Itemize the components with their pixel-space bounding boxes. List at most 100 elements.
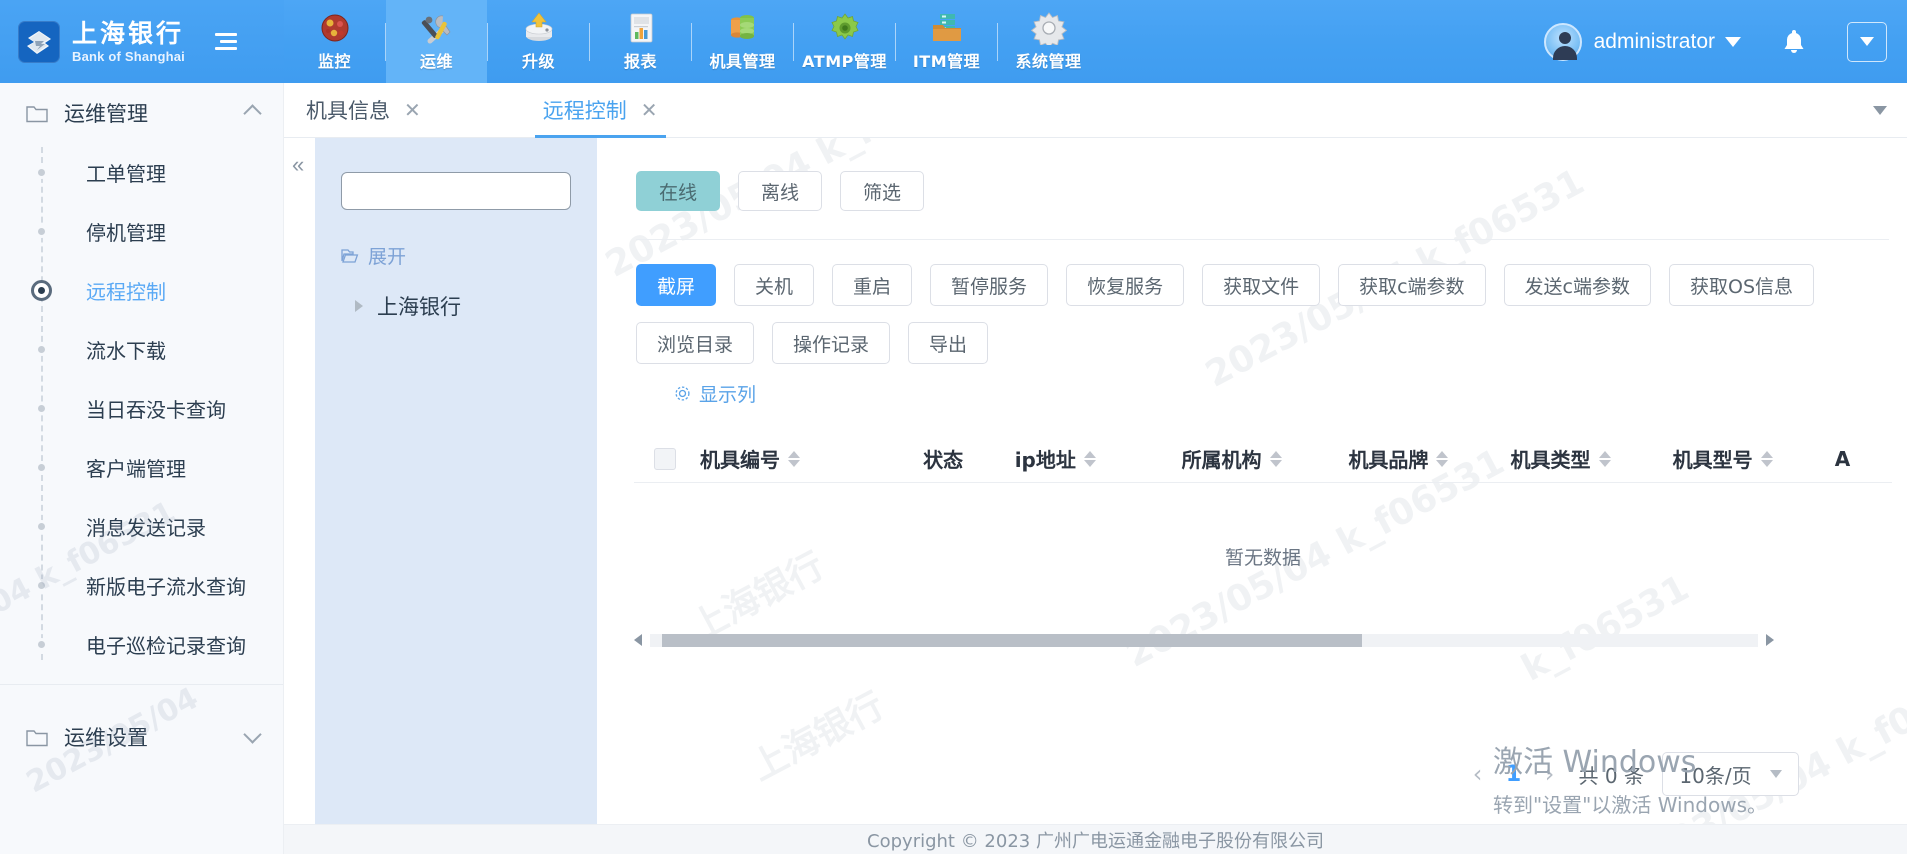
tab-label: 机具信息 xyxy=(306,99,390,123)
sidebar-item-shutdown-mgmt[interactable]: 停机管理 xyxy=(0,202,283,261)
close-icon[interactable]: ✕ xyxy=(404,100,421,120)
folder-open-icon xyxy=(341,248,359,263)
nav-item-report[interactable]: 报表 xyxy=(590,0,691,83)
sort-icon[interactable] xyxy=(788,450,800,467)
bullet-icon xyxy=(35,402,48,415)
tab-overflow-button[interactable] xyxy=(1853,83,1907,137)
sidebar-item-label: 流水下载 xyxy=(86,339,166,363)
sidebar-item-list: 工单管理 停机管理 远程控制 流水下载 当日吞没卡查询 客户端管理 消息发送记录 xyxy=(0,143,283,674)
hamburger-icon[interactable] xyxy=(215,29,241,55)
pagination-next-button[interactable]: › xyxy=(1533,757,1567,791)
select-all-checkbox[interactable] xyxy=(654,447,676,470)
action-screenshot-button[interactable]: 截屏 xyxy=(636,264,717,306)
nav-label: 升级 xyxy=(521,52,555,71)
column-header-machine-id[interactable]: 机具编号 xyxy=(700,444,872,473)
sidebar-item-transaction-download[interactable]: 流水下载 xyxy=(0,320,283,379)
panel-collapse-button[interactable]: « xyxy=(292,154,304,176)
sort-icon[interactable] xyxy=(1598,450,1611,467)
column-header-ip-address[interactable]: ip地址 xyxy=(1015,444,1182,473)
gear-icon xyxy=(675,386,690,401)
pagination-prev-button[interactable]: ‹ xyxy=(1461,757,1495,791)
pagination-page-1[interactable]: 1 xyxy=(1495,762,1533,787)
sidebar-item-label: 消息发送记录 xyxy=(86,516,206,540)
scrollbar-thumb[interactable] xyxy=(662,633,1362,647)
page-size-select[interactable]: 10条/页 xyxy=(1662,752,1799,796)
nav-item-ops[interactable]: 运维 xyxy=(386,0,487,83)
action-get-os-info-button[interactable]: 获取OS信息 xyxy=(1669,264,1815,306)
nav-item-atmp-mgmt[interactable]: ATMP管理 xyxy=(794,0,895,83)
footer: Copyright © 2023 广州广电运通金融电子股份有限公司 xyxy=(284,824,1907,854)
table-header-row: 机具编号 状态 ip地址 所属机构 机具品牌 机具类型 机具型号 A xyxy=(634,435,1892,483)
table-horizontal-scrollbar[interactable] xyxy=(634,631,1774,649)
sort-icon[interactable] xyxy=(1436,450,1449,467)
bullet-icon xyxy=(35,225,48,238)
scrollbar-track[interactable] xyxy=(650,633,1758,647)
caret-down-icon[interactable] xyxy=(1725,36,1741,47)
column-header-machine-brand[interactable]: 机具品牌 xyxy=(1348,444,1510,473)
nav-item-monitor[interactable]: 监控 xyxy=(284,0,385,83)
caret-right-icon[interactable] xyxy=(355,300,363,312)
sidebar-item-message-send-log[interactable]: 消息发送记录 xyxy=(0,497,283,556)
column-header-machine-model[interactable]: 机具型号 xyxy=(1673,444,1835,473)
column-header-next-truncated: A xyxy=(1835,447,1892,471)
column-header-machine-type[interactable]: 机具类型 xyxy=(1511,444,1673,473)
action-operation-log-button[interactable]: 操作记录 xyxy=(772,322,891,364)
action-export-button[interactable]: 导出 xyxy=(908,322,989,364)
action-resume-service-button[interactable]: 恢复服务 xyxy=(1066,264,1185,306)
sort-icon[interactable] xyxy=(1269,450,1282,467)
column-header-organization[interactable]: 所属机构 xyxy=(1182,444,1349,473)
sort-icon[interactable] xyxy=(1760,450,1773,467)
nav-item-machine-mgmt[interactable]: 机具管理 xyxy=(692,0,793,83)
sidebar-item-remote-control[interactable]: 远程控制 xyxy=(0,261,283,320)
sidebar-group-ops-settings[interactable]: 运维设置 xyxy=(0,707,283,767)
action-get-file-button[interactable]: 获取文件 xyxy=(1202,264,1321,306)
nav-item-system-mgmt[interactable]: 系统管理 xyxy=(998,0,1099,83)
action-restart-button[interactable]: 重启 xyxy=(832,264,913,306)
action-browse-directory-button[interactable]: 浏览目录 xyxy=(636,322,755,364)
topbar-collapse-button[interactable] xyxy=(1847,21,1887,62)
sidebar-item-client-mgmt[interactable]: 客户端管理 xyxy=(0,438,283,497)
tab-remote-control[interactable]: 远程控制 ✕ xyxy=(521,83,680,138)
nav-label: ATMP管理 xyxy=(802,52,887,71)
sidebar-item-label: 工单管理 xyxy=(86,162,166,186)
upgrade-icon xyxy=(525,12,552,41)
sidebar-item-new-ejournal-query[interactable]: 新版电子流水查询 xyxy=(0,556,283,615)
tree-expand-all-button[interactable]: 展开 xyxy=(341,242,571,269)
close-icon[interactable]: ✕ xyxy=(641,100,658,120)
nav-label: 系统管理 xyxy=(1015,52,1082,71)
brand-name-en: Bank of Shanghai xyxy=(72,48,185,64)
column-label: 机具类型 xyxy=(1510,448,1591,472)
scroll-right-icon[interactable] xyxy=(1766,634,1774,646)
column-header-status: 状态 xyxy=(872,444,1015,473)
filter-screen-button[interactable]: 筛选 xyxy=(840,171,925,211)
action-send-client-params-button[interactable]: 发送c端参数 xyxy=(1503,264,1651,306)
sidebar-item-work-order[interactable]: 工单管理 xyxy=(0,143,283,202)
action-pause-service-button[interactable]: 暂停服务 xyxy=(930,264,1049,306)
nav-label: 运维 xyxy=(419,52,453,71)
nav-label: ITM管理 xyxy=(912,52,981,71)
filter-online-button[interactable]: 在线 xyxy=(636,171,721,211)
tab-machine-info[interactable]: 机具信息 ✕ xyxy=(284,83,443,137)
sort-icon[interactable] xyxy=(1083,450,1096,467)
brand-text: 上海银行 Bank of Shanghai xyxy=(72,21,185,63)
avatar[interactable] xyxy=(1543,22,1582,61)
nav-item-itm-mgmt[interactable]: ITM管理 xyxy=(896,0,997,83)
tree-node-bank-of-shanghai[interactable]: 上海银行 xyxy=(355,291,571,321)
bell-icon[interactable] xyxy=(1781,28,1807,56)
action-get-client-params-button[interactable]: 获取c端参数 xyxy=(1338,264,1486,306)
action-shutdown-button[interactable]: 关机 xyxy=(734,264,815,306)
tools-icon xyxy=(421,15,450,44)
scroll-left-icon[interactable] xyxy=(634,634,642,646)
nav-item-upgrade[interactable]: 升级 xyxy=(488,0,589,83)
show-columns-button[interactable]: 显示列 xyxy=(674,380,756,407)
chevron-down-icon xyxy=(1873,105,1887,115)
column-label: 状态 xyxy=(923,448,964,472)
pagination-total-label: 共 0 条 xyxy=(1578,763,1644,788)
sidebar-group-ops-mgmt[interactable]: 运维管理 xyxy=(0,83,283,143)
sidebar-item-einspection-log-query[interactable]: 电子巡检记录查询 xyxy=(0,615,283,674)
folder-server-icon xyxy=(932,14,961,41)
tree-search-input[interactable] xyxy=(341,172,571,210)
filter-offline-button[interactable]: 离线 xyxy=(738,171,823,211)
sidebar-item-retained-card-query[interactable]: 当日吞没卡查询 xyxy=(0,379,283,438)
sidebar-group-label: 运维设置 xyxy=(64,726,148,750)
